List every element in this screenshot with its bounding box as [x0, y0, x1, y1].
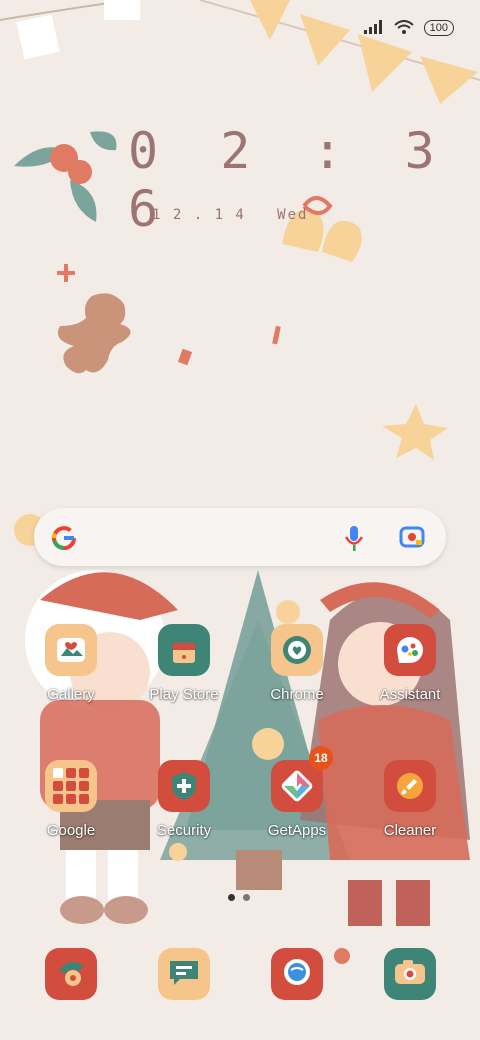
app-label: Assistant — [379, 686, 441, 703]
wifi-icon — [393, 19, 414, 38]
page-dot-active — [228, 894, 235, 901]
dock-phone[interactable] — [45, 948, 97, 1000]
dock-camera[interactable] — [384, 948, 436, 1000]
app-label: Google — [46, 822, 96, 839]
folder-icon — [45, 760, 97, 812]
app-label: Play Store — [149, 686, 219, 703]
app-security[interactable]: Security — [134, 760, 234, 839]
page-dot — [243, 894, 250, 901]
app-chrome[interactable]: Chrome — [247, 624, 347, 703]
play-store-icon — [158, 624, 210, 676]
app-getapps[interactable]: 18 GetApps — [247, 746, 347, 839]
browser-icon — [281, 956, 313, 992]
app-play-store[interactable]: Play Store — [134, 624, 234, 703]
app-gallery[interactable]: Gallery — [21, 624, 121, 703]
microphone-icon[interactable] — [344, 524, 364, 556]
google-logo-icon — [50, 524, 78, 556]
google-search-bar[interactable] — [34, 508, 446, 566]
app-assistant[interactable]: Assistant — [360, 624, 460, 703]
app-cleaner[interactable]: Cleaner — [360, 760, 460, 839]
google-lens-icon[interactable] — [399, 524, 425, 554]
gallery-icon — [45, 624, 97, 676]
camera-icon — [393, 958, 427, 990]
assistant-icon — [384, 624, 436, 676]
battery-indicator: 100 — [423, 20, 454, 36]
page-indicator[interactable] — [228, 894, 250, 901]
app-label: GetApps — [267, 822, 327, 839]
dock-browser[interactable] — [271, 948, 323, 1000]
security-shield-icon — [158, 760, 210, 812]
app-google-folder[interactable]: Google — [21, 760, 121, 839]
phone-icon — [55, 956, 87, 992]
dock-messages[interactable] — [158, 948, 210, 1000]
app-label: Gallery — [47, 686, 95, 703]
getapps-icon: 18 — [271, 746, 333, 812]
chrome-icon — [271, 624, 323, 676]
notification-badge: 18 — [309, 746, 333, 770]
app-label: Cleaner — [383, 822, 437, 839]
app-label: Security — [156, 822, 212, 839]
cleaner-brush-icon — [384, 760, 436, 812]
app-label: Chrome — [270, 686, 324, 703]
signal-icon — [363, 19, 384, 38]
messages-icon — [168, 957, 200, 991]
status-bar: 100 — [363, 14, 454, 42]
clock-date[interactable]: 1 2 . 1 4 Wed — [152, 207, 308, 223]
